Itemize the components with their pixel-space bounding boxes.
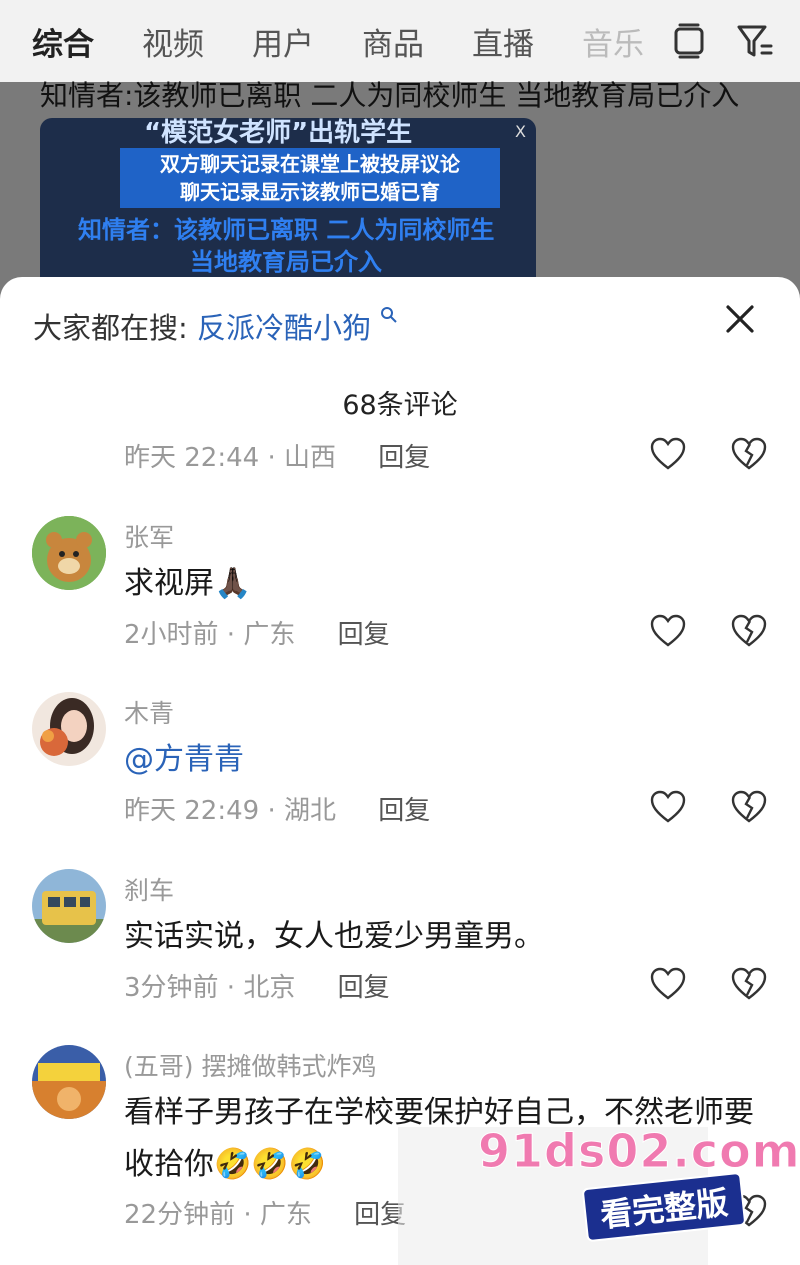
comment-time-location: 3分钟前 · 北京 [124,973,296,1003]
comment-text: 实话实说，女人也爱少男童男。 [124,919,544,954]
avatar[interactable] [32,1045,106,1119]
video-caption-line: 当地教育局已介入 [190,248,382,276]
like-icon[interactable] [650,614,686,648]
tab-music[interactable]: 音乐 [582,19,644,64]
avatar[interactable] [32,516,106,590]
avatar[interactable] [32,692,106,766]
tab-video[interactable]: 视频 [142,19,204,64]
comment-count: 68条评论 [342,390,458,421]
comment-time-location: 昨天 22:44 · 山西 [124,443,336,473]
video-thumbnail[interactable]: “模范女老师”出轨学生 双方聊天记录在课堂上被投屏议论 聊天记录显示该教师已婚已… [40,118,536,298]
reply-button[interactable]: 回复 [338,620,390,650]
tab-all[interactable]: 综合 [32,19,94,64]
layers-icon[interactable] [670,22,708,60]
comment-author[interactable]: (五哥) 摆摊做韩式炸鸡 [124,1047,376,1083]
close-icon[interactable] [720,299,760,339]
search-icon [380,305,398,329]
like-icon[interactable] [650,790,686,824]
comment-time-location: 22分钟前 · 广东 [124,1200,312,1230]
comment-mention-link[interactable]: @方青青 [124,734,764,786]
search-tab-bar: 综合 视频 用户 商品 直播 音乐 [0,0,800,82]
reply-button[interactable]: 回复 [378,443,430,473]
video-caption-line: 双方聊天记录在课堂上被投屏议论 [160,152,460,176]
comment-time-location: 昨天 22:49 · 湖北 [124,796,336,826]
comment-text: 求视屏🙏🏿 [124,566,252,601]
comment-author[interactable]: 刹车 [124,871,174,907]
video-caption-line: 聊天记录显示该教师已婚已育 [180,180,440,204]
tab-products[interactable]: 商品 [362,19,424,64]
dislike-icon[interactable] [731,790,767,824]
reply-button[interactable]: 回复 [338,973,390,1003]
video-title: “模范女老师”出轨学生 [144,118,413,148]
comment-meta: 2小时前 · 广东 回复 [124,614,390,651]
like-icon[interactable] [650,967,686,1001]
result-headline[interactable]: 知情者:该教师已离职 二人为同校师生 当地教育局已介入 [40,74,760,114]
comment-meta: 3分钟前 · 北京 回复 [124,967,390,1004]
trending-search-keyword[interactable]: 反派冷酷小狗 [197,311,371,345]
avatar[interactable] [32,869,106,943]
comment-meta: 昨天 22:49 · 湖北 回复 [124,790,430,827]
comment-author[interactable]: 木青 [124,694,174,730]
like-icon[interactable] [650,437,686,471]
filter-icon[interactable] [736,22,774,60]
comment-meta: 昨天 22:44 · 山西 回复 [124,437,430,474]
comment-time-location: 2小时前 · 广东 [124,620,296,650]
background-result: 知情者:该教师已离职 二人为同校师生 当地教育局已介入 “模范女老师”出轨学生 … [0,79,800,302]
video-close-mark: X [515,122,526,141]
video-caption-line: 知情者：该教师已离职 二人为同校师生 [78,216,495,244]
dislike-icon[interactable] [731,967,767,1001]
tab-users[interactable]: 用户 [252,19,314,64]
tab-live[interactable]: 直播 [472,19,534,64]
comment-author[interactable]: 张军 [124,518,174,554]
watermark-url: 91ds02.com [478,1124,800,1179]
video-caption-box: 双方聊天记录在课堂上被投屏议论 聊天记录显示该教师已婚已育 [120,148,500,208]
dislike-icon[interactable] [731,614,767,648]
trending-search-prefix: 大家都在搜: [33,311,188,345]
dislike-icon[interactable] [731,437,767,471]
comment-meta: 22分钟前 · 广东 回复 [124,1194,406,1231]
trending-search[interactable]: 大家都在搜: 反派冷酷小狗 [33,305,398,347]
page: 综合 视频 用户 商品 直播 音乐 知情者:该教师已离职 二人为同校师生 当地教… [0,0,800,1265]
reply-button[interactable]: 回复 [378,796,430,826]
